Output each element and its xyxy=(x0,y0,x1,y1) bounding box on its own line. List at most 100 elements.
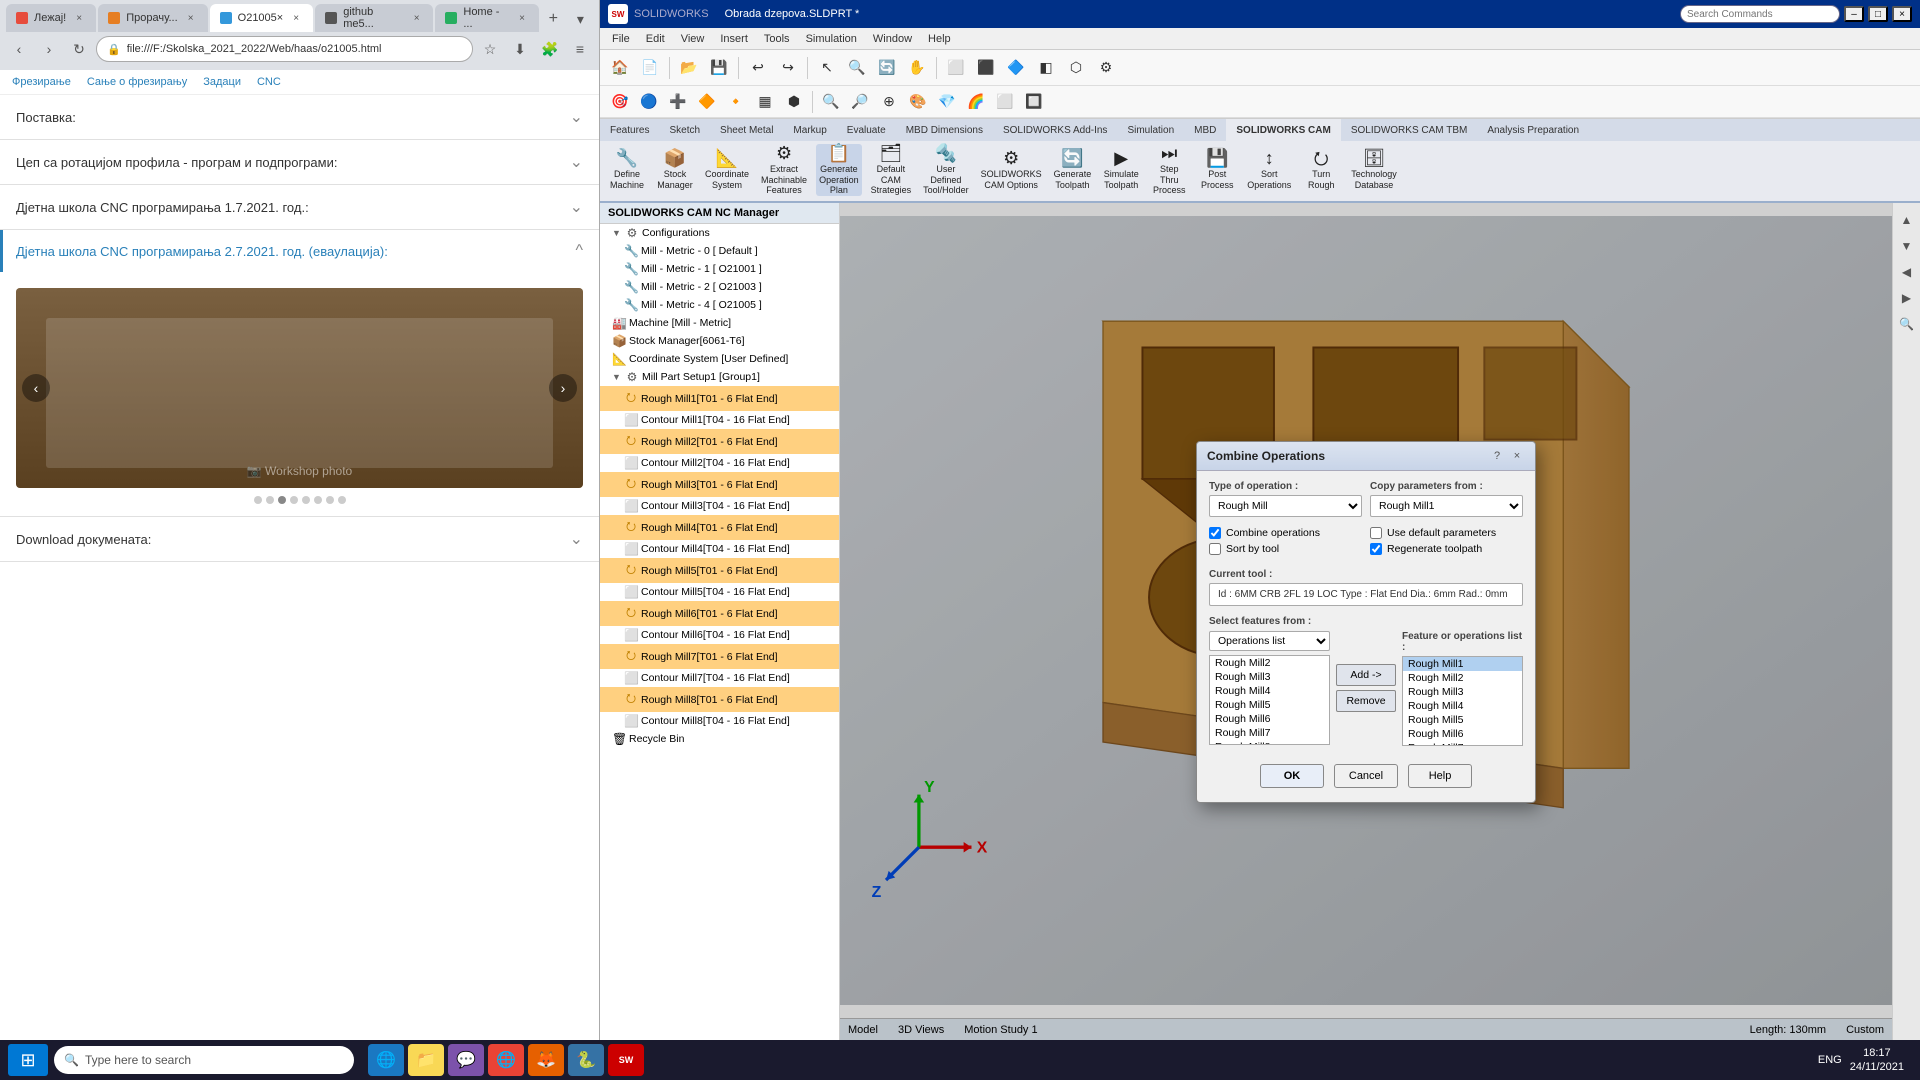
extensions-button[interactable]: 🧩 xyxy=(537,36,563,62)
add-button[interactable]: Add -> xyxy=(1336,664,1396,686)
tab-sketch[interactable]: Sketch xyxy=(659,119,710,141)
toolbar-r2-9[interactable]: 🔎 xyxy=(846,89,874,115)
toolbar-r2-8[interactable]: 🔍 xyxy=(817,89,845,115)
dialog-copy-select[interactable]: Rough Mill1 xyxy=(1370,495,1523,517)
toolbar-redo[interactable]: ↪ xyxy=(774,55,802,81)
menu-help[interactable]: Help xyxy=(920,31,959,47)
ribbon-generate-toolpath[interactable]: 🔄 GenerateToolpath xyxy=(1051,144,1095,196)
download-header[interactable]: Download докумената: ⌄ xyxy=(0,517,599,561)
tree-item-contour4[interactable]: ⬜ Contour Mill4[T04 - 16 Flat End] xyxy=(600,540,839,558)
ribbon-turn-rough[interactable]: ⭮ TurnRough xyxy=(1300,144,1342,196)
side-panel-btn-3[interactable]: ◀ xyxy=(1896,261,1918,283)
tab-sw-cam-tbm[interactable]: SOLIDWORKS CAM TBM xyxy=(1341,119,1478,141)
dialog-close-icon[interactable]: × xyxy=(1509,448,1525,464)
toolbar-r2-4[interactable]: 🔶 xyxy=(693,89,721,115)
tree-item-rough5[interactable]: ⭮ Rough Mill5[T01 - 6 Flat End] xyxy=(600,558,839,583)
tree-item-contour6[interactable]: ⬜ Contour Mill6[T04 - 16 Flat End] xyxy=(600,626,839,644)
menu-insert[interactable]: Insert xyxy=(712,31,756,47)
maximize-button[interactable]: □ xyxy=(1868,6,1888,22)
browser-tab-proracu[interactable]: Прорачу... × xyxy=(98,4,207,32)
carousel-dot-2[interactable] xyxy=(266,496,274,504)
listbox-item-rough5[interactable]: Rough Mill5 xyxy=(1210,698,1329,712)
listbox-item-rough6[interactable]: Rough Mill6 xyxy=(1210,712,1329,726)
sw-viewport[interactable]: X Y Z Model 3D Views Motion Study 1 Leng… xyxy=(840,203,1892,1040)
tab-close[interactable]: × xyxy=(515,11,528,25)
forward-button[interactable]: › xyxy=(36,36,62,62)
tab-overflow-button[interactable]: ▾ xyxy=(568,6,593,32)
ribbon-default-cam[interactable]: 🗂 DefaultCAMStrategies xyxy=(868,144,915,196)
ribbon-step-through[interactable]: ⏭ StepThruProcess xyxy=(1148,144,1190,196)
tree-item-configurations[interactable]: ▼ ⚙ Configurations xyxy=(600,224,839,242)
new-tab-button[interactable]: + xyxy=(541,6,566,32)
tree-item-rough6[interactable]: ⭮ Rough Mill6[T01 - 6 Flat End] xyxy=(600,601,839,626)
tree-item-rough2[interactable]: ⭮ Rough Mill2[T01 - 6 Flat End] xyxy=(600,429,839,454)
toolbar-r2-7[interactable]: ⬢ xyxy=(780,89,808,115)
listbox-item-rough7[interactable]: Rough Mill7 xyxy=(1210,726,1329,740)
side-panel-btn-2[interactable]: ▼ xyxy=(1896,235,1918,257)
ops-listbox-item-rough6[interactable]: Rough Mill6 xyxy=(1403,727,1522,741)
tab-close[interactable]: × xyxy=(72,11,86,25)
toolbar-r2-5[interactable]: 🔸 xyxy=(722,89,750,115)
toolbar-r2-3[interactable]: ➕ xyxy=(664,89,692,115)
ops-listbox-item-rough5[interactable]: Rough Mill5 xyxy=(1403,713,1522,727)
tree-item-coord[interactable]: 📐 Coordinate System [User Defined] xyxy=(600,350,839,368)
tree-item-contour1[interactable]: ⬜ Contour Mill1[T04 - 16 Flat End] xyxy=(600,411,839,429)
toolbar-r2-10[interactable]: ⊕ xyxy=(875,89,903,115)
ribbon-define-machine[interactable]: 🔧 DefineMachine xyxy=(606,144,648,196)
default-params-checkbox[interactable] xyxy=(1370,527,1382,539)
toolbar-options[interactable]: ⚙ xyxy=(1092,55,1120,81)
tab-close[interactable]: × xyxy=(410,11,423,25)
minimize-button[interactable]: – xyxy=(1844,6,1864,22)
ribbon-extract-features[interactable]: ⚙ ExtractMachinableFeatures xyxy=(758,144,810,196)
ops-listbox-item-rough1[interactable]: Rough Mill1 xyxy=(1403,657,1522,671)
tab-simulation[interactable]: Simulation xyxy=(1117,119,1184,141)
taskbar-app-explorer[interactable]: 📁 xyxy=(408,1044,444,1076)
web-nav-link-sanje[interactable]: Сање о фрезирању xyxy=(87,76,187,88)
toolbar-view1[interactable]: ⬜ xyxy=(942,55,970,81)
tree-item-rough3[interactable]: ⭮ Rough Mill3[T01 - 6 Flat End] xyxy=(600,472,839,497)
listbox-item-rough2[interactable]: Rough Mill2 xyxy=(1210,656,1329,670)
accordion-header-1[interactable]: Поставка: ⌄ xyxy=(0,95,599,139)
accordion-header-2[interactable]: Цеп са ротацијом профила - програм и под… xyxy=(0,140,599,184)
tree-item-stock[interactable]: 📦 Stock Manager[6061-T6] xyxy=(600,332,839,350)
toolbar-save[interactable]: 💾 xyxy=(705,55,733,81)
help-button[interactable]: Help xyxy=(1408,764,1472,788)
back-button[interactable]: ‹ xyxy=(6,36,32,62)
tab-features[interactable]: Features xyxy=(600,119,659,141)
web-nav-link-zadaci[interactable]: Задаци xyxy=(203,76,241,88)
features-listbox[interactable]: Rough Mill2 Rough Mill3 Rough Mill4 Roug… xyxy=(1209,655,1330,745)
carousel-dot-8[interactable] xyxy=(338,496,346,504)
search-commands-input[interactable] xyxy=(1680,5,1840,23)
start-button[interactable]: ⊞ xyxy=(8,1044,48,1076)
side-panel-btn-5[interactable]: 🔍 xyxy=(1896,313,1918,335)
ribbon-sort-operations[interactable]: ↕ SortOperations xyxy=(1244,144,1294,196)
toolbar-rotate[interactable]: 🔄 xyxy=(873,55,901,81)
toolbar-r2-11[interactable]: 🎨 xyxy=(904,89,932,115)
taskbar-app-sw[interactable]: SW xyxy=(608,1044,644,1076)
toolbar-r2-15[interactable]: 🔲 xyxy=(1020,89,1048,115)
tree-item-rough1[interactable]: ⭮ Rough Mill1[T01 - 6 Flat End] xyxy=(600,386,839,411)
toolbar-new[interactable]: 📄 xyxy=(636,55,664,81)
tab-analysis-prep[interactable]: Analysis Preparation xyxy=(1477,119,1589,141)
toolbar-r2-2[interactable]: 🔵 xyxy=(635,89,663,115)
tree-item-contour7[interactable]: ⬜ Contour Mill7[T04 - 16 Flat End] xyxy=(600,669,839,687)
toolbar-home[interactable]: 🏠 xyxy=(606,55,634,81)
cancel-button[interactable]: Cancel xyxy=(1334,764,1398,788)
carousel-dot-7[interactable] xyxy=(326,496,334,504)
menu-simulation[interactable]: Simulation xyxy=(798,31,865,47)
download-button[interactable]: ⬇ xyxy=(507,36,533,62)
tab-mbd[interactable]: MBD xyxy=(1184,119,1226,141)
ribbon-technology-database[interactable]: 🗄 TechnologyDatabase xyxy=(1348,144,1400,196)
tree-item-contour2[interactable]: ⬜ Contour Mill2[T04 - 16 Flat End] xyxy=(600,454,839,472)
browser-tab-o21005[interactable]: O21005× × xyxy=(210,4,314,32)
checkbox-sort[interactable]: Sort by tool xyxy=(1209,543,1362,555)
listbox-item-rough4[interactable]: Rough Mill4 xyxy=(1210,684,1329,698)
side-panel-btn-4[interactable]: ▶ xyxy=(1896,287,1918,309)
tree-item-machine[interactable]: 🏭 Machine [Mill - Metric] xyxy=(600,314,839,332)
toolbar-open[interactable]: 📂 xyxy=(675,55,703,81)
combine-checkbox[interactable] xyxy=(1209,527,1221,539)
ribbon-user-defined-tool[interactable]: 🔩 UserDefinedTool/Holder xyxy=(920,144,972,196)
toolbar-view2[interactable]: ⬛ xyxy=(972,55,1000,81)
tree-item-rough4[interactable]: ⭮ Rough Mill4[T01 - 6 Flat End] xyxy=(600,515,839,540)
operations-list-select[interactable]: Operations list xyxy=(1209,631,1330,651)
